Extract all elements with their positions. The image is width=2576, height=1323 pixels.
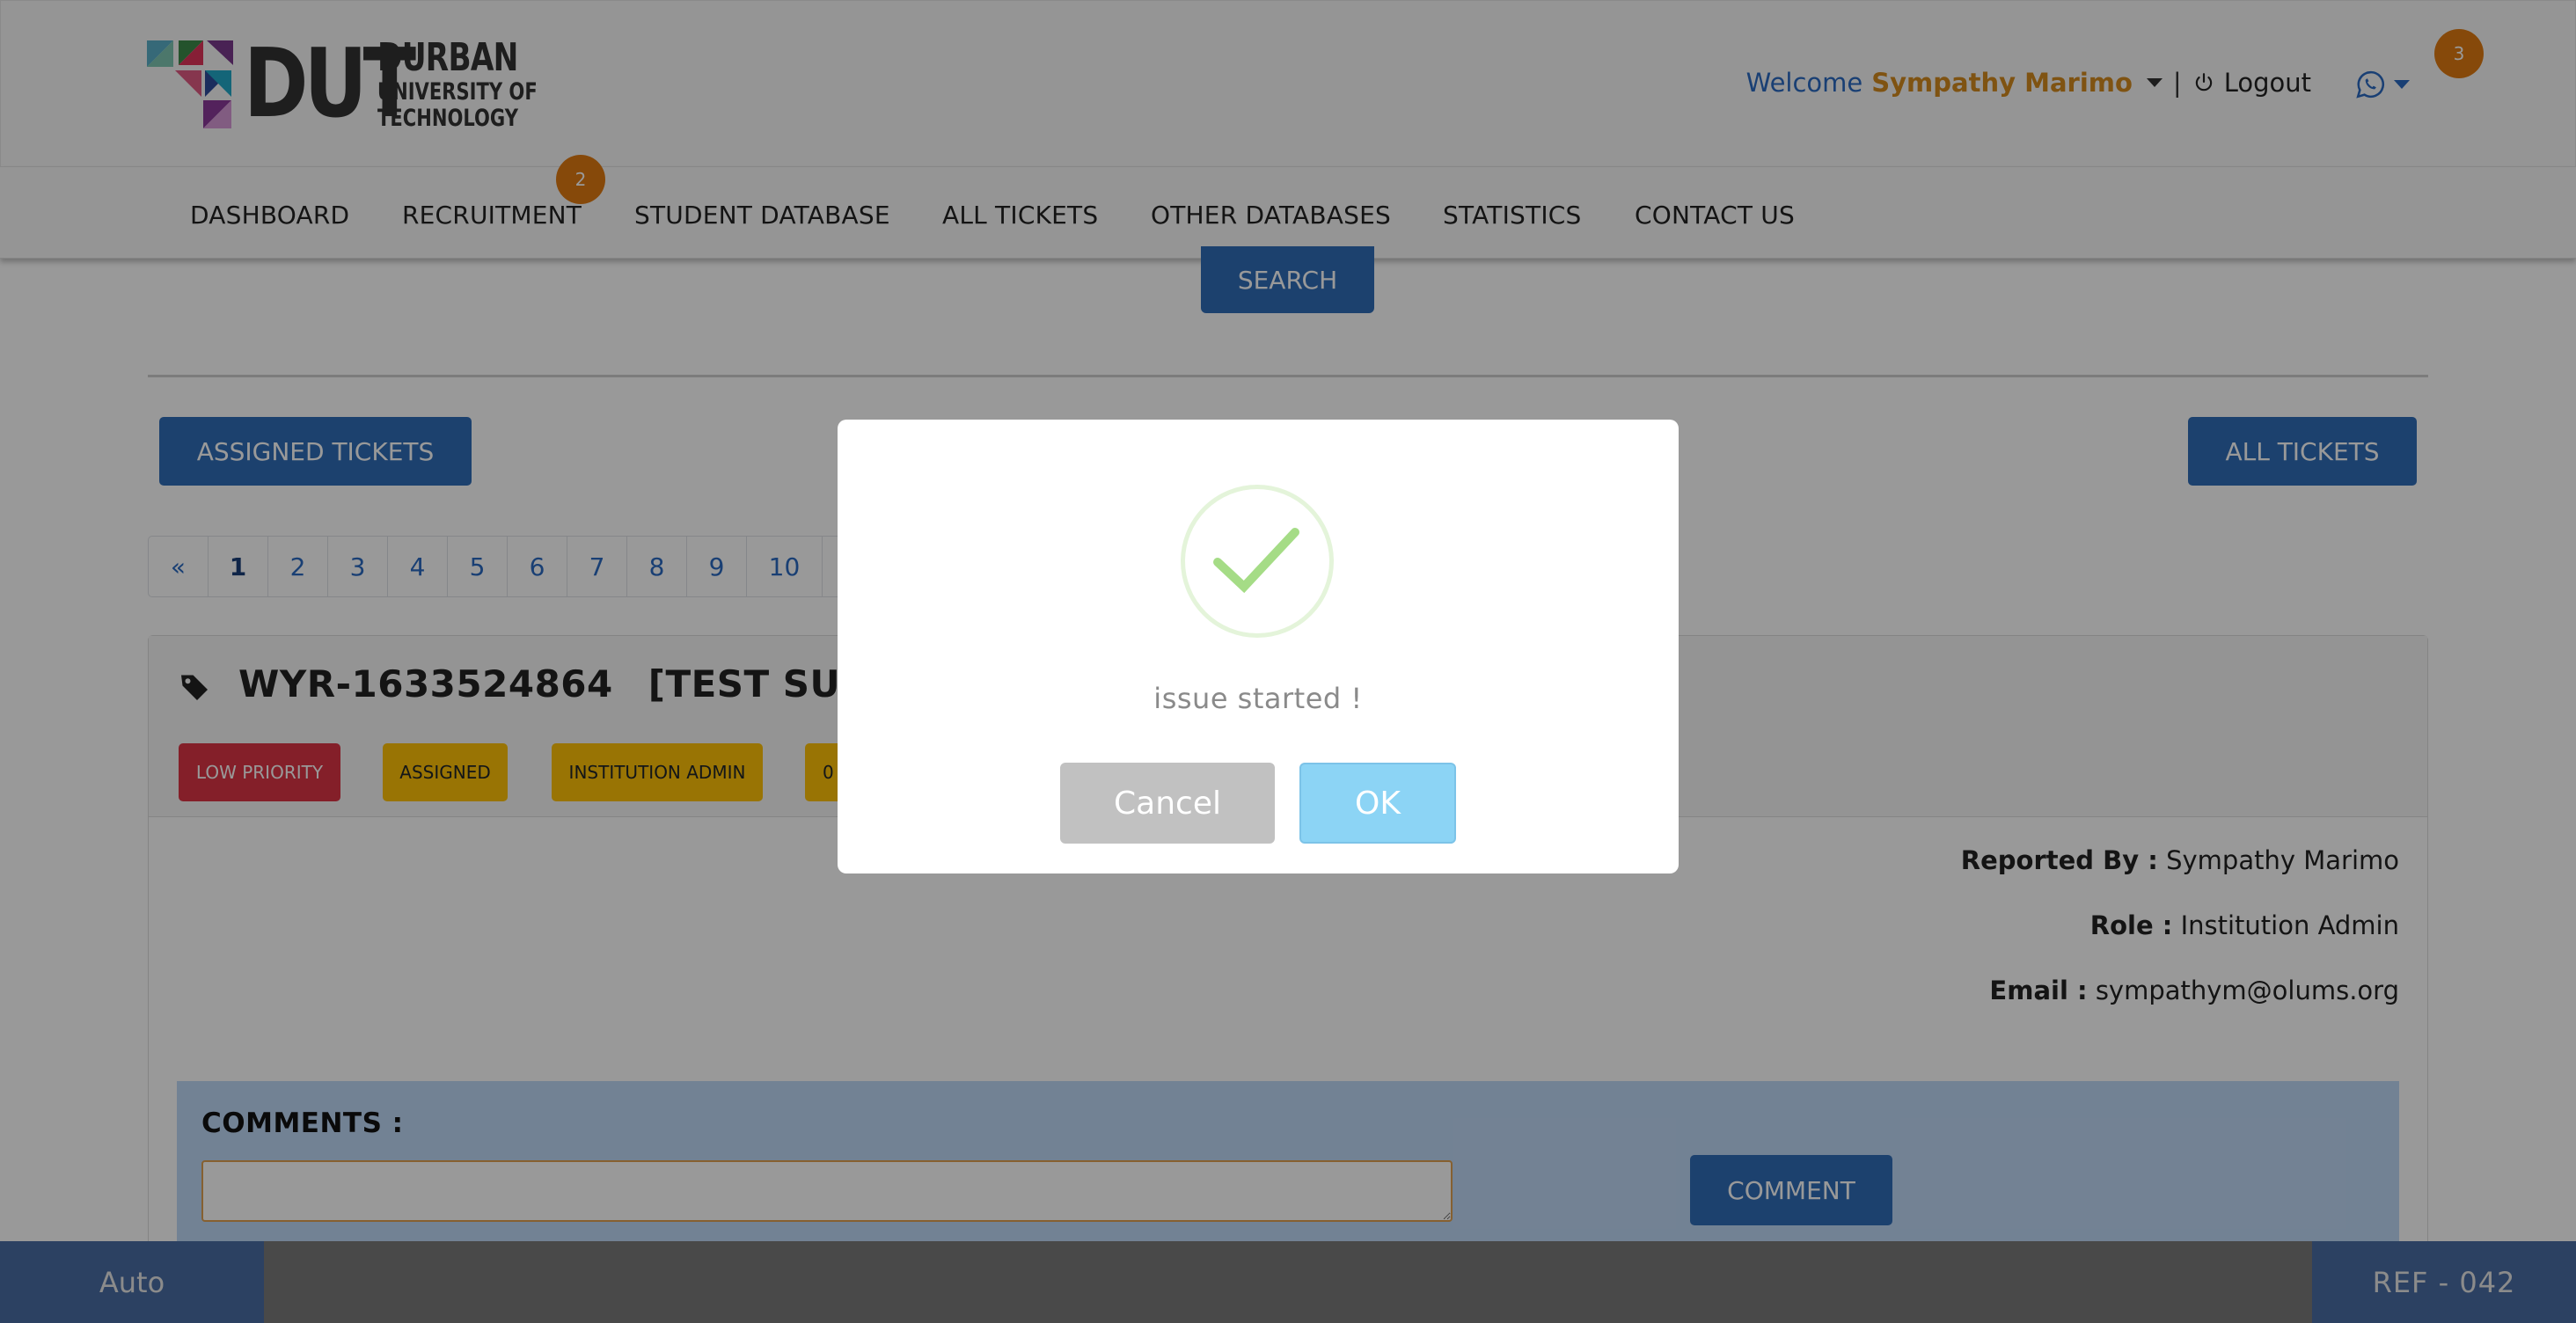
cancel-button[interactable]: Cancel bbox=[1060, 763, 1275, 844]
dialog-message: issue started ! bbox=[1153, 682, 1363, 715]
check-icon bbox=[1213, 528, 1299, 594]
success-dialog: issue started ! Cancel OK bbox=[838, 420, 1679, 873]
success-ring bbox=[1181, 485, 1334, 638]
ok-button[interactable]: OK bbox=[1299, 763, 1456, 844]
